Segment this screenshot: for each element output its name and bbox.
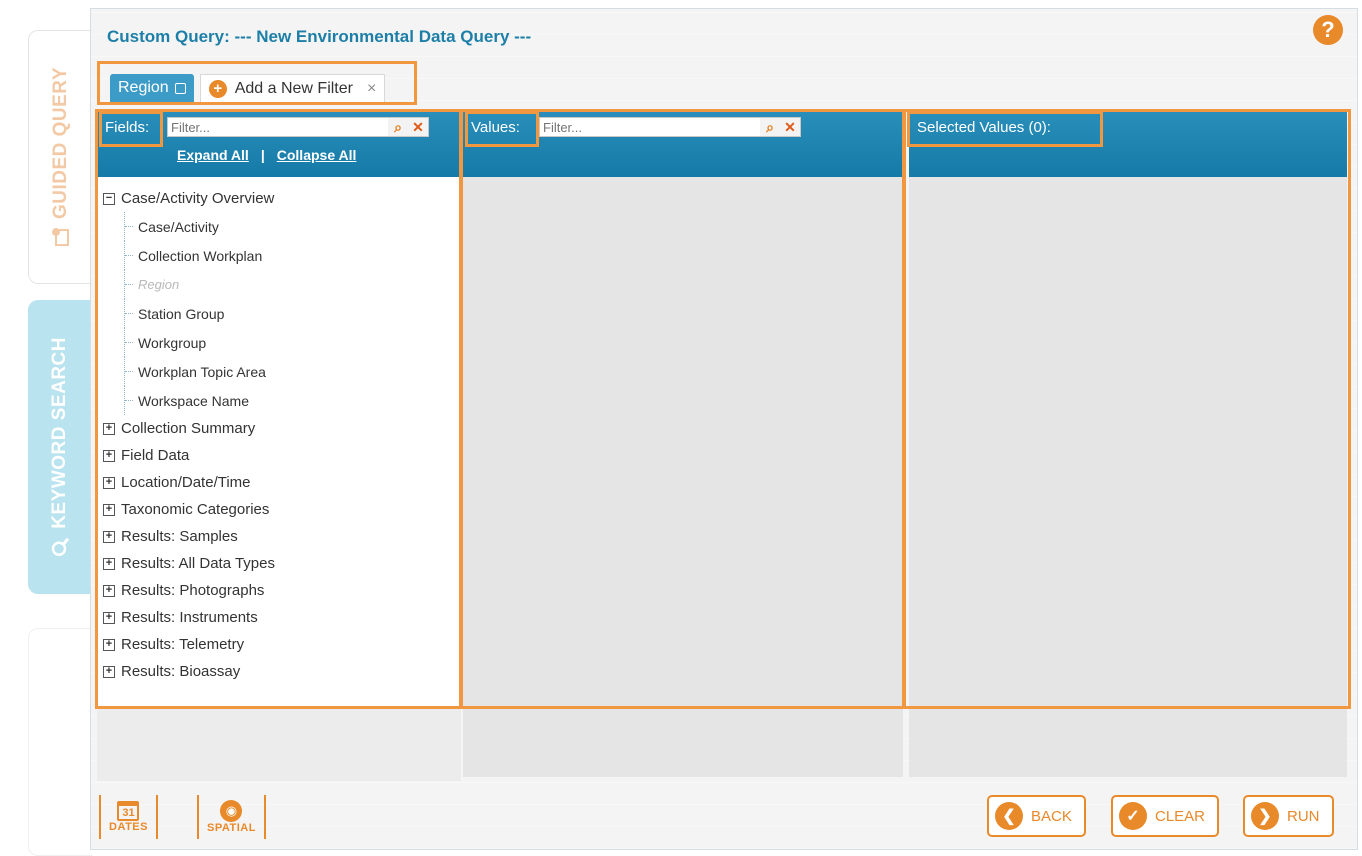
guided-query-label: GUIDED QUERY bbox=[49, 66, 71, 220]
add-icon: + bbox=[208, 79, 227, 98]
tab-add-filter-label: Add a New Filter bbox=[234, 79, 353, 97]
query-panel: Custom Query: --- New Environmental Data… bbox=[90, 8, 1358, 850]
run-button[interactable]: ❯ RUN bbox=[1243, 795, 1334, 837]
run-label: RUN bbox=[1287, 807, 1320, 825]
arrow-right-icon: ❯ bbox=[1251, 802, 1279, 830]
empty-rail-tab bbox=[28, 628, 92, 856]
tab-region-label: Region bbox=[118, 79, 169, 96]
selected-column-highlight bbox=[903, 109, 1351, 709]
globe-icon: ◉ bbox=[220, 800, 243, 822]
back-button[interactable]: ❮ BACK bbox=[987, 795, 1086, 837]
keyword-search-label: KEYWORD SEARCH bbox=[49, 337, 70, 529]
search-icon bbox=[50, 537, 70, 557]
back-label: BACK bbox=[1031, 807, 1072, 825]
arrow-left-icon: ❮ bbox=[995, 802, 1023, 830]
keyword-search-tab[interactable]: KEYWORD SEARCH bbox=[28, 300, 92, 594]
lock-icon bbox=[174, 82, 186, 94]
clear-button[interactable]: ✓ CLEAR bbox=[1111, 795, 1220, 837]
guided-query-tab[interactable]: GUIDED QUERY bbox=[28, 30, 92, 284]
fields-column-highlight bbox=[95, 109, 463, 709]
tab-region[interactable]: Region bbox=[110, 74, 194, 102]
guided-query-icon bbox=[51, 227, 71, 247]
guided-query-tab-label-wrap: GUIDED QUERY bbox=[50, 67, 72, 247]
keyword-search-tab-label-wrap: KEYWORD SEARCH bbox=[49, 337, 71, 557]
close-icon[interactable]: × bbox=[367, 80, 376, 98]
dates-label: DATES bbox=[109, 821, 148, 833]
spatial-button[interactable]: ◉ SPATIAL bbox=[197, 795, 266, 839]
clear-label: CLEAR bbox=[1155, 807, 1206, 825]
tab-add-filter[interactable]: + Add a New Filter × bbox=[199, 74, 386, 102]
calendar-icon: 31 bbox=[117, 801, 140, 821]
filter-tabs: Region + Add a New Filter × bbox=[97, 61, 417, 105]
fields-footer-area bbox=[97, 709, 461, 781]
side-rail: GUIDED QUERY KEYWORD SEARCH bbox=[0, 0, 92, 856]
spatial-label: SPATIAL bbox=[207, 822, 256, 834]
page-title: Custom Query: --- New Environmental Data… bbox=[107, 27, 532, 46]
bottom-toolbar: 31 DATES ◉ SPATIAL ❮ BACK ✓ CLEAR ❯ RUN bbox=[97, 785, 1347, 843]
broom-icon: ✓ bbox=[1119, 802, 1147, 830]
help-icon[interactable]: ? bbox=[1313, 15, 1343, 45]
dates-button[interactable]: 31 DATES bbox=[99, 795, 158, 839]
values-column-highlight bbox=[459, 109, 905, 709]
